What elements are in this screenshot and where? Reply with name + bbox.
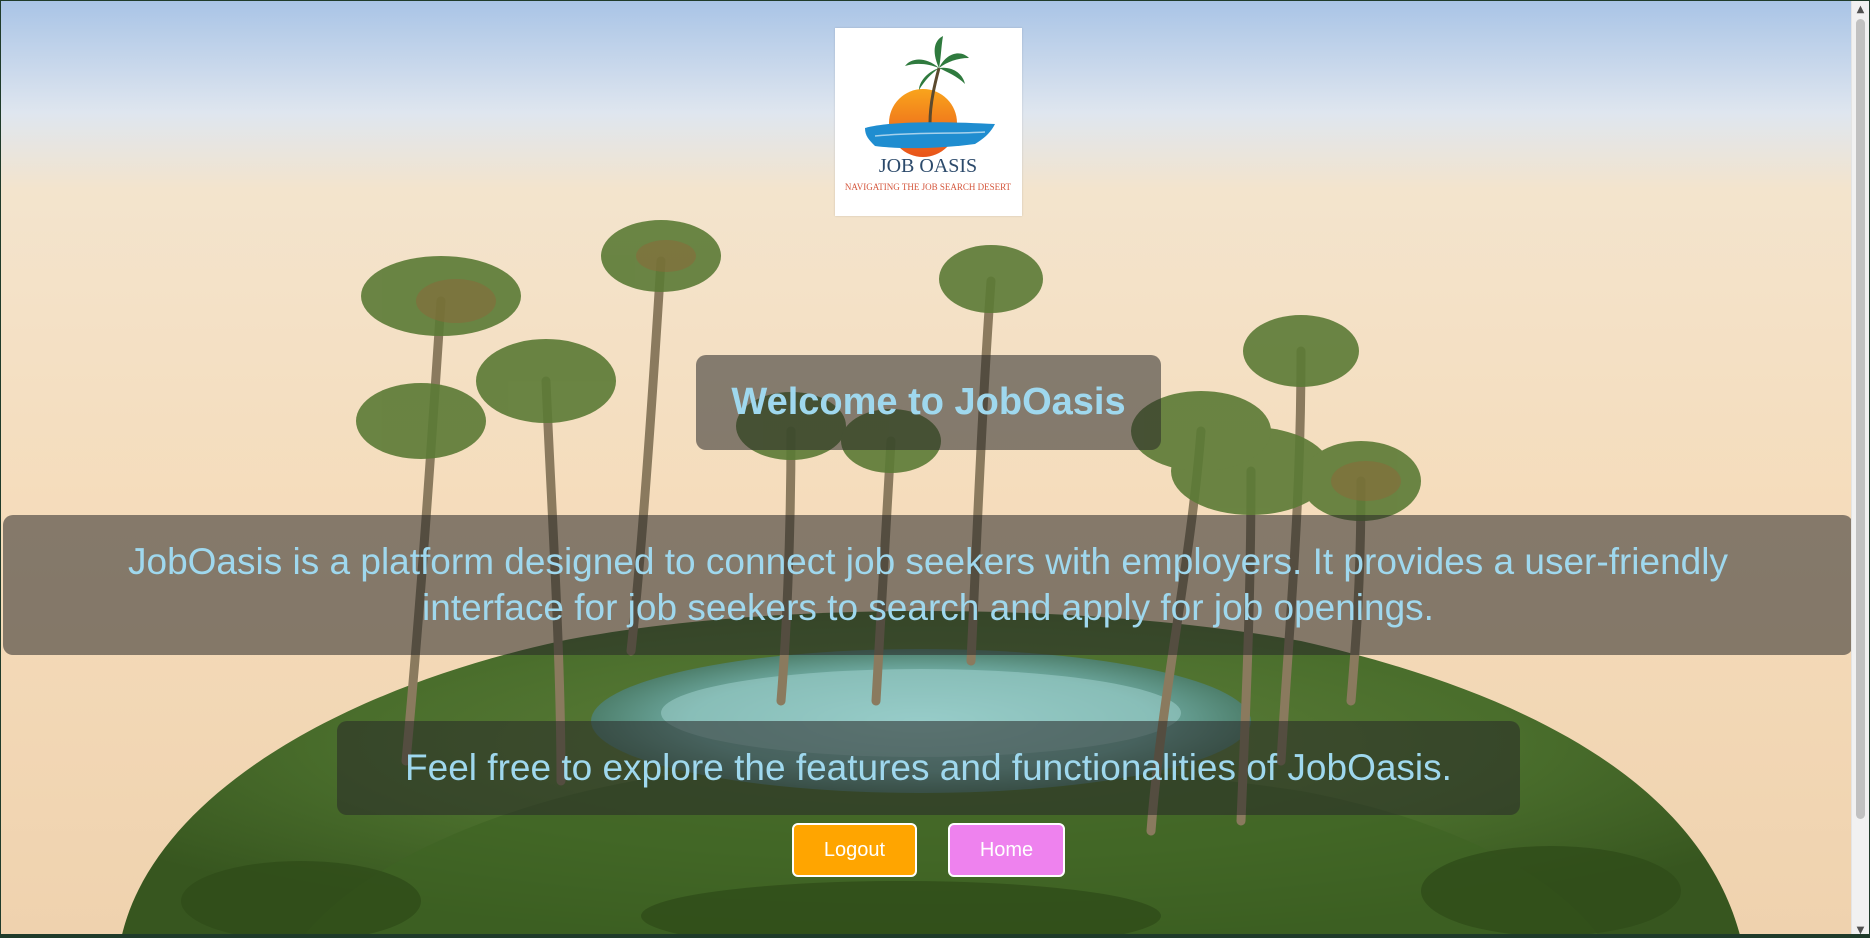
welcome-heading-panel: Welcome to JobOasis <box>696 355 1161 450</box>
page: JOB OASIS NAVIGATING THE JOB SEARCH DESE… <box>0 0 1870 938</box>
scrollbar-thumb[interactable] <box>1856 19 1865 819</box>
welcome-heading: Welcome to JobOasis <box>731 381 1126 423</box>
joboasis-logo: JOB OASIS NAVIGATING THE JOB SEARCH DESE… <box>835 28 1022 216</box>
logo-title-text: JOB OASIS <box>879 155 977 177</box>
home-button[interactable]: Home <box>948 823 1065 877</box>
explore-panel: Feel free to explore the features and fu… <box>337 721 1520 815</box>
explore-text: Feel free to explore the features and fu… <box>405 747 1452 788</box>
logout-button-label: Logout <box>823 838 886 861</box>
scroll-up-arrow-icon[interactable]: ▲ <box>1852 1 1869 18</box>
logo-tagline-text: NAVIGATING THE JOB SEARCH DESERT <box>845 182 1012 192</box>
home-button-label: Home <box>979 838 1034 861</box>
description-text: JobOasis is a platform designed to conne… <box>128 541 1728 628</box>
logout-button[interactable]: Logout <box>792 823 917 877</box>
vertical-scrollbar[interactable]: ▲ ▼ <box>1851 1 1869 937</box>
bottom-border <box>1 934 1869 937</box>
description-panel: JobOasis is a platform designed to conne… <box>3 515 1853 655</box>
